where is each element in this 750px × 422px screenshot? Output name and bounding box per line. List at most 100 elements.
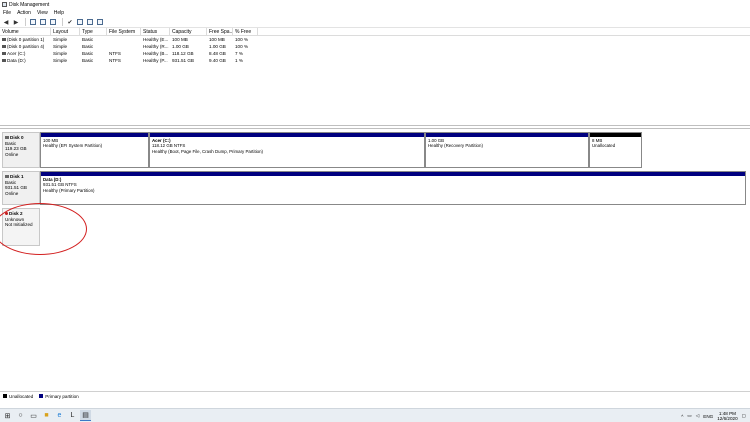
menu-file[interactable]: File — [3, 10, 11, 16]
disk-0-partitions: 100 MB Healthy (EFI System Partition) Ac… — [40, 132, 643, 168]
column-percent-free[interactable]: % Free — [233, 28, 258, 35]
disk-icon — [5, 175, 9, 179]
partition-status: Healthy (Primary Partition) — [43, 187, 95, 193]
toolbar: ◀ ▶ ✔ — [0, 17, 750, 28]
legend-swatch — [39, 394, 44, 398]
volume-icon — [2, 59, 6, 63]
column-volume[interactable]: Volume — [0, 28, 51, 35]
volume-capacity: 1.00 GB — [172, 44, 189, 49]
volume-percent-free: 100 % — [235, 44, 249, 49]
volume-layout: Simple — [53, 51, 68, 56]
disk-graphical-view: Disk 0 Basic 119.23 GB Online 100 MB Hea… — [0, 128, 750, 388]
disk-name: Disk 1 — [10, 174, 24, 179]
partition-acer-c[interactable]: Acer (C:) 118.12 GB NTFS Healthy (Boot, … — [149, 132, 425, 168]
partition-status: Unallocated — [592, 143, 616, 149]
language-indicator[interactable]: ENG — [703, 414, 713, 419]
table-row[interactable]: (Disk 0 partition 1) Simple Basic Health… — [0, 36, 750, 43]
legend-label: Primary partition — [45, 393, 79, 399]
volume-name: (Disk 0 partition 4) — [7, 44, 45, 49]
menu-view[interactable]: View — [37, 10, 48, 16]
volume-capacity: 100 MB — [172, 37, 188, 42]
partition-status: Healthy (Boot, Page File, Crash Dump, Pr… — [152, 148, 264, 154]
table-row[interactable]: Data (D:) Simple Basic NTFS Healthy (P..… — [0, 57, 750, 64]
volume-layout: Simple — [53, 37, 68, 42]
legend-label: Unallocated — [9, 393, 34, 399]
partition-status: Healthy (EFI System Partition) — [43, 143, 103, 149]
partition-data-d[interactable]: Data (D:) 931.51 GB NTFS Healthy (Primar… — [40, 171, 746, 205]
toolbar-separator — [62, 18, 63, 26]
disk-0-label[interactable]: Disk 0 Basic 119.23 GB Online — [2, 132, 40, 168]
network-icon[interactable]: ▭ — [687, 413, 691, 419]
volume-file-system: NTFS — [109, 51, 121, 56]
partition-status: Healthy (Recovery Partition) — [428, 143, 483, 149]
task-view-icon[interactable]: ▭ — [28, 410, 39, 421]
volume-type: Basic — [82, 58, 94, 63]
volume-file-system — [107, 36, 141, 43]
file-explorer-icon[interactable]: ■ — [41, 410, 52, 421]
disk-management-app-icon — [2, 2, 7, 7]
table-row[interactable]: Acer (C:) Simple Basic NTFS Healthy (B..… — [0, 50, 750, 57]
legend-primary-partition: Primary partition — [39, 393, 79, 399]
legend-unallocated: Unallocated — [3, 394, 33, 399]
volume-layout: Simple — [53, 58, 68, 63]
tray-chevron-icon[interactable]: ^ — [681, 414, 683, 419]
partition-unallocated[interactable]: 8 MB Unallocated — [589, 132, 642, 168]
volume-type: Basic — [82, 37, 94, 42]
properties-icon[interactable] — [29, 18, 37, 26]
system-tray: ^ ▭ ◁ ENG 1:48 PM 12/6/2020 ▢ — [677, 409, 746, 422]
volume-file-system: NTFS — [109, 58, 121, 63]
partition-efi[interactable]: 100 MB Healthy (EFI System Partition) — [40, 132, 149, 168]
volume-percent-free: 100 % — [235, 37, 249, 42]
volume-layout: Simple — [53, 44, 68, 49]
title-bar: Disk Management — [0, 0, 750, 9]
column-type[interactable]: Type — [80, 28, 107, 35]
search-icon[interactable]: ○ — [15, 410, 26, 421]
volume-percent-free: 1 % — [235, 58, 243, 63]
windows-start-icon[interactable]: ⊞ — [2, 410, 13, 421]
disk-management-icon[interactable]: ▤ — [80, 410, 91, 421]
notification-icon[interactable]: ▢ — [742, 413, 746, 419]
volume-icon — [2, 45, 6, 49]
volume-icon[interactable]: ◁ — [696, 413, 700, 419]
volume-name: Acer (C:) — [7, 51, 26, 56]
toolbar-separator — [25, 18, 26, 26]
check-icon[interactable]: ✔ — [66, 18, 74, 26]
volume-free-space: 1.00 GB — [209, 44, 226, 49]
volume-type: Basic — [82, 51, 94, 56]
menu-action[interactable]: Action — [17, 10, 31, 16]
edge-icon[interactable]: e — [54, 410, 65, 421]
legend: Unallocated Primary partition — [0, 391, 750, 400]
console-icon[interactable] — [49, 18, 57, 26]
open-icon[interactable] — [76, 18, 84, 26]
volume-type: Basic — [82, 44, 94, 49]
menu-help[interactable]: Help — [54, 10, 64, 16]
volume-free-space: 9.40 GB — [209, 58, 226, 63]
taskbar: ⊞ ○ ▭ ■ e L ▤ ^ ▭ ◁ ENG 1:48 PM 12/6/202… — [0, 408, 750, 422]
help-icon[interactable] — [39, 18, 47, 26]
forward-arrow-icon[interactable]: ▶ — [12, 18, 20, 26]
column-free-space[interactable]: Free Spa... — [207, 28, 233, 35]
volume-percent-free: 7 % — [235, 51, 243, 56]
column-capacity[interactable]: Capacity — [170, 28, 207, 35]
disk-1-label[interactable]: Disk 1 Basic 931.51 GB Online — [2, 171, 40, 205]
volume-status: Healthy (E... — [143, 37, 169, 42]
volume-name: Data (D:) — [7, 58, 26, 63]
view-icon[interactable] — [96, 18, 104, 26]
column-file-system[interactable]: File System — [107, 28, 141, 35]
table-row[interactable]: (Disk 0 partition 4) Simple Basic Health… — [0, 43, 750, 50]
volume-free-space: 100 MB — [209, 37, 225, 42]
partition-recovery[interactable]: 1.00 GB Healthy (Recovery Partition) — [425, 132, 589, 168]
back-arrow-icon[interactable]: ◀ — [2, 18, 10, 26]
disk-name: Disk 0 — [10, 135, 24, 140]
explore-icon[interactable] — [86, 18, 94, 26]
disk-icon — [5, 136, 9, 140]
volume-status: Healthy (P... — [143, 58, 168, 63]
volume-icon — [2, 38, 6, 42]
volume-status: Healthy (B... — [143, 51, 169, 56]
column-status[interactable]: Status — [141, 28, 170, 35]
legend-swatch — [3, 394, 7, 398]
volume-list: Volume Layout Type File System Status Ca… — [0, 28, 750, 126]
column-layout[interactable]: Layout — [51, 28, 80, 35]
clock[interactable]: 1:48 PM 12/6/2020 — [717, 411, 737, 421]
app-icon[interactable]: L — [67, 410, 78, 421]
